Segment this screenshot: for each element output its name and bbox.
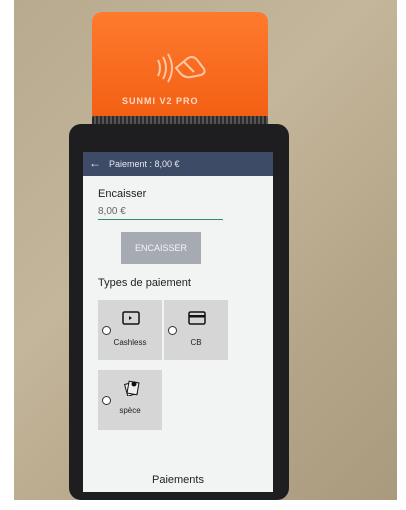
pos-terminal: SUNMI V2 PRO ← Paiement : 8,00 € Encaiss… <box>69 12 289 500</box>
payment-type-cb[interactable]: CB <box>164 300 228 360</box>
touch-screen: ← Paiement : 8,00 € Encaisser ENCAISSER … <box>83 152 273 492</box>
payment-type-espece[interactable]: spèce <box>98 370 162 430</box>
back-arrow-icon[interactable]: ← <box>89 157 101 169</box>
page-title: Paiement : 8,00 € <box>109 159 180 169</box>
photo-background: SUNMI V2 PRO ← Paiement : 8,00 € Encaiss… <box>14 0 397 500</box>
payment-type-label: Cashless <box>113 338 147 347</box>
app-bar: ← Paiement : 8,00 € <box>83 152 273 176</box>
device-brand: SUNMI V2 PRO <box>122 96 199 106</box>
payment-type-label: spèce <box>119 406 141 415</box>
encaisser-label: Encaisser <box>98 188 147 200</box>
printer-head: SUNMI V2 PRO <box>92 12 268 124</box>
radio-button[interactable] <box>102 396 111 405</box>
footer-paiements[interactable]: Paiements <box>83 474 273 486</box>
radio-button[interactable] <box>168 326 177 335</box>
amount-field[interactable] <box>98 204 223 220</box>
credit-card-icon <box>188 311 206 325</box>
cash-notes-icon <box>124 380 140 396</box>
encaisser-button[interactable]: ENCAISSER <box>121 232 201 264</box>
payment-types-title: Types de paiement <box>98 277 191 289</box>
payment-type-label: CB <box>190 338 202 347</box>
payment-type-cashless[interactable]: Cashless <box>98 300 162 360</box>
nfc-contactless-icon <box>157 53 206 83</box>
cashless-card-icon <box>122 311 140 325</box>
radio-button[interactable] <box>102 326 111 335</box>
